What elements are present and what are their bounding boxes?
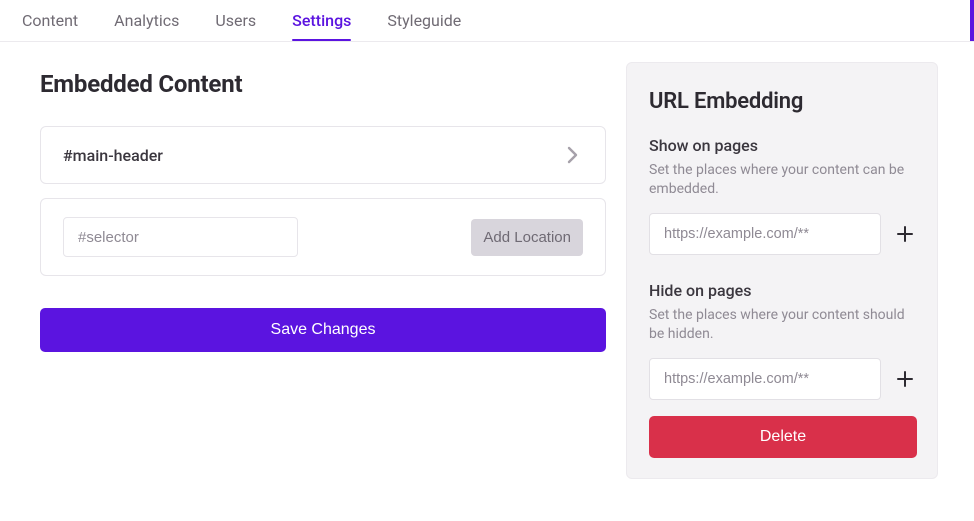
tab-settings[interactable]: Settings (292, 11, 351, 40)
chevron-right-icon (563, 145, 583, 165)
plus-icon[interactable] (893, 222, 917, 246)
hide-on-pages-label: Hide on pages (649, 281, 917, 300)
url-embedding-panel-wrap: URL Embedding Show on pages Set the plac… (626, 62, 938, 521)
embedded-content-section: Embedded Content #main-header Add Locati… (40, 62, 606, 521)
save-changes-button[interactable]: Save Changes (40, 308, 606, 352)
tab-analytics[interactable]: Analytics (114, 11, 179, 40)
top-tabbar: Content Analytics Users Settings Stylegu… (0, 0, 974, 42)
show-url-input[interactable] (649, 213, 881, 255)
tab-users[interactable]: Users (215, 11, 256, 40)
add-location-card: Add Location (40, 198, 606, 276)
add-location-button[interactable]: Add Location (471, 219, 583, 256)
location-card-main-header[interactable]: #main-header (40, 126, 606, 184)
delete-button[interactable]: Delete (649, 416, 917, 458)
tab-content[interactable]: Content (22, 11, 78, 40)
right-edge-accent (970, 0, 974, 41)
location-card-label: #main-header (63, 146, 163, 165)
tab-styleguide[interactable]: Styleguide (387, 11, 461, 40)
plus-icon[interactable] (893, 367, 917, 391)
show-on-pages-label: Show on pages (649, 136, 917, 155)
selector-input[interactable] (63, 217, 298, 257)
url-embedding-panel: URL Embedding Show on pages Set the plac… (626, 62, 938, 479)
show-on-pages-section: Show on pages Set the places where your … (649, 136, 917, 255)
page-title: Embedded Content (40, 70, 606, 98)
hide-url-input[interactable] (649, 358, 881, 400)
panel-title: URL Embedding (649, 89, 917, 114)
hide-on-pages-desc: Set the places where your content should… (649, 306, 917, 344)
show-on-pages-desc: Set the places where your content can be… (649, 161, 917, 199)
hide-on-pages-section: Hide on pages Set the places where your … (649, 281, 917, 458)
